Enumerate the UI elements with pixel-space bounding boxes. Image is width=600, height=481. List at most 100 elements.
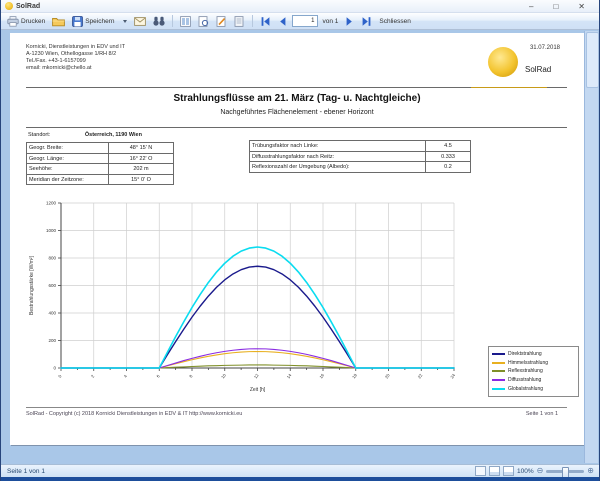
chevron-down-icon bbox=[123, 20, 127, 23]
svg-text:24: 24 bbox=[449, 372, 456, 379]
page-view-button[interactable] bbox=[232, 14, 247, 28]
email-button[interactable] bbox=[132, 14, 148, 28]
close-preview-button[interactable]: Schliessen bbox=[377, 14, 412, 28]
previous-page-button[interactable] bbox=[276, 14, 289, 28]
legend-item: Himmelsstrahlung bbox=[492, 359, 575, 368]
geo-row-label: Geogr. Breite: bbox=[27, 143, 109, 153]
param-row: Diffusstrahlungsfaktor nach Reitz:0.333 bbox=[250, 151, 470, 162]
zoom-out-button[interactable]: ⊖ bbox=[537, 466, 544, 476]
printer-icon bbox=[7, 16, 19, 27]
legend-color-line bbox=[492, 379, 505, 381]
legend-label: Reflexstrahlung bbox=[508, 368, 543, 374]
svg-text:8: 8 bbox=[188, 373, 194, 378]
svg-text:16: 16 bbox=[318, 372, 325, 379]
page-zoom-button[interactable] bbox=[196, 14, 211, 28]
last-page-button[interactable] bbox=[359, 14, 374, 28]
legend-label: Diffusstrahlung bbox=[508, 377, 541, 383]
status-bar: Seite 1 von 1 100% ⊖ ⊕ bbox=[1, 464, 599, 477]
geo-row-label: Seehöhe: bbox=[27, 164, 109, 174]
param-row: Trübungsfaktor nach Linke:4.5 bbox=[250, 141, 470, 151]
zoom-slider-thumb[interactable] bbox=[562, 467, 569, 478]
y-axis-label: Bestrahlungsstärke [W/m²] bbox=[29, 255, 35, 315]
geo-row-value: 48° 15' N bbox=[109, 143, 173, 153]
svg-text:1200: 1200 bbox=[46, 201, 57, 206]
param-row-label: Reflexionszahl der Umgebung (Albedo): bbox=[250, 162, 426, 172]
param-row: Reflexionszahl der Umgebung (Albedo):0.2 bbox=[250, 161, 470, 172]
floppy-disk-icon bbox=[72, 16, 83, 27]
legend-label: Direktstrahlung bbox=[508, 351, 542, 357]
zoom-controls: 100% ⊖ ⊕ bbox=[475, 465, 594, 477]
binoculars-icon bbox=[153, 16, 165, 26]
two-pages-view-icon[interactable] bbox=[503, 466, 514, 476]
first-page-icon bbox=[260, 16, 271, 27]
envelope-icon bbox=[134, 17, 146, 26]
save-button[interactable]: Speichern bbox=[70, 14, 116, 28]
svg-text:12: 12 bbox=[253, 372, 260, 379]
report-title: Strahlungsflüsse am 21. März (Tag- u. Na… bbox=[10, 93, 584, 104]
svg-text:14: 14 bbox=[286, 372, 293, 379]
single-page-view-icon[interactable] bbox=[475, 466, 486, 476]
save-label: Speichern bbox=[85, 18, 114, 25]
header-divider-gold bbox=[471, 87, 547, 88]
maximize-button[interactable]: □ bbox=[553, 0, 558, 13]
minimize-button[interactable]: – bbox=[529, 0, 533, 13]
titlebar: SolRad – □ ✕ bbox=[1, 0, 599, 13]
svg-text:20: 20 bbox=[384, 372, 391, 379]
location-row: Standort: Österreich, 1190 Wien bbox=[28, 132, 142, 138]
sun-app-icon bbox=[5, 2, 13, 10]
print-button[interactable]: Drucken bbox=[5, 14, 47, 28]
vertical-scrollbar[interactable] bbox=[584, 31, 598, 463]
window-title: SolRad bbox=[16, 3, 40, 10]
location-value: Österreich, 1190 Wien bbox=[85, 132, 142, 138]
svg-text:22: 22 bbox=[417, 372, 424, 379]
toolbar-separator bbox=[172, 15, 173, 27]
svg-text:0: 0 bbox=[57, 373, 63, 378]
param-row-label: Trübungsfaktor nach Linke: bbox=[250, 141, 426, 151]
geo-row-value: 15° 0' O bbox=[109, 175, 173, 185]
company-line: Tel./Fax. +43-1-6157099 bbox=[26, 58, 125, 65]
svg-text:600: 600 bbox=[48, 283, 56, 288]
zoom-in-button[interactable]: ⊕ bbox=[587, 466, 594, 476]
search-button[interactable] bbox=[151, 14, 167, 28]
geo-row: Geogr. Breite:48° 15' N bbox=[27, 143, 173, 153]
close-button[interactable]: ✕ bbox=[578, 0, 585, 13]
footer-divider bbox=[26, 407, 567, 408]
page-width-view-icon[interactable] bbox=[489, 466, 500, 476]
logo-text: SolRad bbox=[525, 65, 551, 74]
svg-text:1000: 1000 bbox=[46, 228, 57, 233]
page-pencil-icon bbox=[216, 16, 227, 27]
legend-item: Reflexstrahlung bbox=[492, 367, 575, 376]
legend-item: Direktstrahlung bbox=[492, 350, 575, 359]
chart-svg: 0200400600800100012000246810121416182022… bbox=[24, 191, 484, 396]
legend-color-line bbox=[492, 388, 505, 390]
param-row-label: Diffusstrahlungsfaktor nach Reitz: bbox=[250, 152, 426, 162]
zoom-level-label: 100% bbox=[517, 468, 534, 475]
close-preview-label: Schliessen bbox=[379, 18, 410, 25]
geo-row: Seehöhe:202 m bbox=[27, 163, 173, 174]
page-icon bbox=[234, 16, 245, 27]
report-page: Kornicki, Dienstleistungen in EDV und IT… bbox=[10, 33, 584, 445]
status-page-label: Seite 1 von 1 bbox=[7, 468, 45, 475]
location-label: Standort: bbox=[28, 132, 50, 138]
columns-icon bbox=[180, 16, 191, 27]
geo-row: Meridian der Zeitzone:15° 0' O bbox=[27, 174, 173, 185]
chart: 0200400600800100012000246810121416182022… bbox=[24, 191, 484, 396]
geo-row-label: Geogr. Länge: bbox=[27, 154, 109, 164]
scrollbar-thumb[interactable] bbox=[586, 32, 599, 88]
columns-layout-button[interactable] bbox=[178, 14, 193, 28]
page-edit-button[interactable] bbox=[214, 14, 229, 28]
svg-text:18: 18 bbox=[351, 372, 358, 379]
next-page-button[interactable] bbox=[343, 14, 356, 28]
page-number-input[interactable]: 1 bbox=[292, 15, 318, 27]
param-row-value: 0.333 bbox=[426, 152, 470, 162]
open-button[interactable] bbox=[50, 14, 67, 28]
page-magnifier-icon bbox=[198, 16, 209, 27]
company-line: Kornicki, Dienstleistungen in EDV und IT bbox=[26, 44, 125, 51]
company-line: email: mkornicki@chello.at bbox=[26, 65, 125, 72]
geo-row: Geogr. Länge:16° 22' O bbox=[27, 153, 173, 164]
next-page-icon bbox=[345, 16, 354, 27]
footer-page-number: Seite 1 von 1 bbox=[526, 411, 558, 417]
save-dropdown-button[interactable] bbox=[120, 14, 129, 28]
zoom-slider[interactable] bbox=[546, 470, 584, 473]
first-page-button[interactable] bbox=[258, 14, 273, 28]
